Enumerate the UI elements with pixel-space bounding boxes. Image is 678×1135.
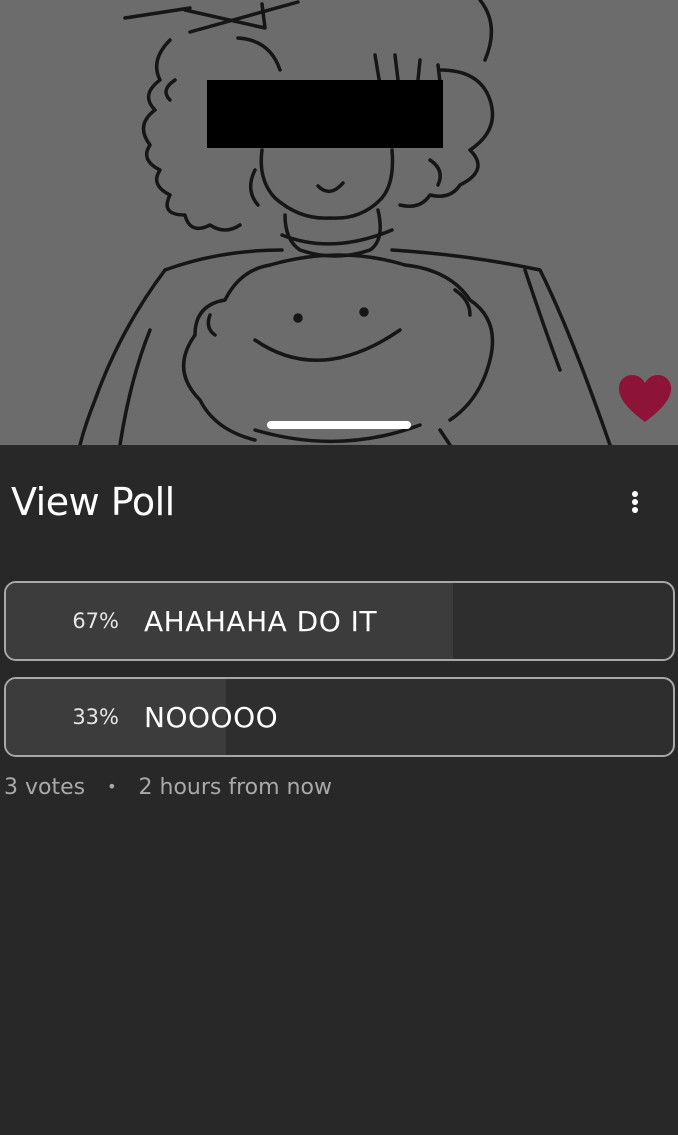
- heart-icon: [618, 375, 672, 422]
- poll-option-percent: 33%: [72, 705, 119, 729]
- more-vertical-icon: [632, 491, 638, 497]
- poll-option-percent: 67%: [72, 609, 119, 633]
- more-vertical-icon-dot: [632, 499, 638, 505]
- poll-option-1[interactable]: 67% AHAHAHA DO IT: [4, 581, 675, 661]
- page-title: View Poll: [11, 480, 175, 524]
- poll-option-label: AHAHAHA DO IT: [144, 605, 378, 638]
- vote-count: 3 votes: [4, 775, 86, 800]
- poll-sheet: View Poll 67% AHAHAHA DO IT 33% NOOOOO 3…: [0, 445, 678, 1135]
- view-poll-screen: View Poll 67% AHAHAHA DO IT 33% NOOOOO 3…: [0, 0, 678, 1135]
- post-artwork: [0, 0, 678, 445]
- poll-meta: 3 votes • 2 hours from now: [4, 775, 332, 800]
- more-vertical-icon-dot: [632, 507, 638, 513]
- poll-option-label: NOOOOO: [144, 701, 279, 734]
- favorite-button[interactable]: [616, 372, 674, 426]
- poll-closing-time: 2 hours from now: [138, 775, 332, 800]
- sketch-drawing: [78, 0, 612, 445]
- meta-separator: •: [107, 777, 117, 796]
- poll-option-2[interactable]: 33% NOOOOO: [4, 677, 675, 757]
- more-options-button[interactable]: [620, 485, 650, 519]
- sheet-drag-handle[interactable]: [267, 421, 411, 429]
